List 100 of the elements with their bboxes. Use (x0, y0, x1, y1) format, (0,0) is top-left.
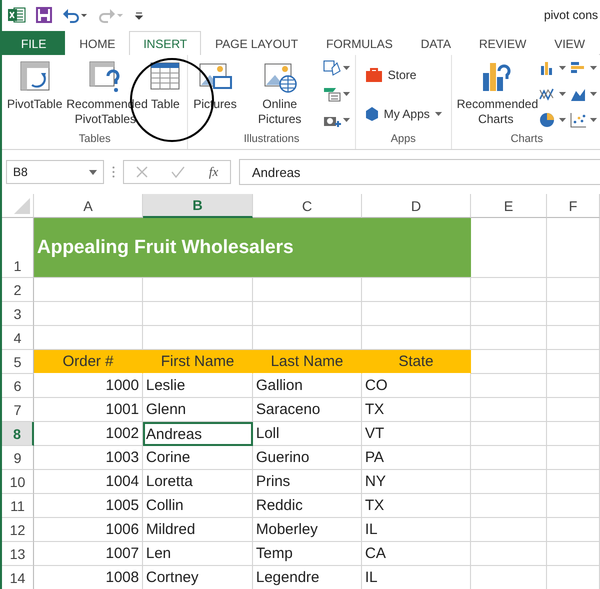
caret-icon (558, 118, 566, 122)
empty-cell (547, 518, 600, 542)
table-cell: Prins (253, 470, 362, 494)
table-cell: CO (362, 374, 471, 398)
column-header[interactable]: D (362, 194, 471, 218)
caret-icon (590, 118, 597, 122)
file-tab[interactable]: FILE (2, 31, 66, 55)
empty-cell (547, 350, 600, 374)
empty-cell (547, 374, 600, 398)
row-header[interactable]: 9 (2, 446, 34, 470)
table-cell: 1008 (34, 566, 143, 589)
table-cell: CA (362, 542, 471, 566)
row-header[interactable]: 13 (2, 542, 34, 566)
table-cell: Reddic (253, 494, 362, 518)
empty-cell (547, 326, 600, 350)
caret-icon (342, 118, 350, 122)
recommended-pivot-icon (88, 59, 122, 93)
insert-function-button[interactable]: fx (208, 164, 218, 180)
row-header[interactable]: 4 (2, 326, 34, 350)
grip-icon[interactable] (112, 166, 115, 178)
group-label: Charts (510, 133, 544, 147)
caret-icon (342, 66, 350, 70)
table-button[interactable]: Table (146, 55, 184, 112)
formula-input[interactable]: Andreas (239, 159, 600, 185)
header-cell: State (362, 350, 471, 374)
table-cell: Legendre (253, 566, 362, 589)
table-cell: Gallion (253, 374, 362, 398)
table-cell: 1004 (34, 470, 143, 494)
sheet-title: Appealing Fruit Wholesalers (34, 218, 471, 278)
excel-logo-icon (8, 7, 26, 23)
row-header[interactable]: 2 (2, 278, 34, 302)
row-header[interactable]: 8 (2, 422, 34, 446)
table-cell: 1001 (34, 398, 143, 422)
ribbon-small-button[interactable] (568, 112, 599, 128)
empty-cell (547, 470, 600, 494)
table-cell: Glenn (143, 398, 253, 422)
caret-icon (590, 92, 597, 96)
empty-cell (547, 446, 600, 470)
table-cell: Mildred (143, 518, 253, 542)
caret-icon (558, 66, 566, 70)
caret-icon (590, 66, 597, 70)
empty-cell (547, 494, 600, 518)
table-cell: Saraceno (253, 398, 362, 422)
row-header[interactable]: 6 (2, 374, 34, 398)
caret-icon (558, 92, 566, 96)
row-header[interactable]: 12 (2, 518, 34, 542)
header-cell: Last Name (253, 350, 362, 374)
table-cell: Moberley (253, 518, 362, 542)
ribbon-button[interactable]: PivotTable (5, 55, 64, 112)
header-cell: Order # (34, 350, 143, 374)
table-cell: TX (362, 494, 471, 518)
apps-icon (364, 106, 379, 122)
group-label: Tables (78, 133, 112, 147)
empty-cell (547, 542, 600, 566)
scatter-chart-icon (570, 112, 588, 128)
table-cell: 1000 (34, 374, 143, 398)
column-header[interactable]: C (253, 194, 362, 218)
ribbon-small-button[interactable] (320, 60, 352, 76)
table-cell: IL (362, 518, 471, 542)
pivot-table-icon (18, 59, 52, 93)
table-cell: IL (362, 566, 471, 589)
empty-cell (547, 278, 600, 302)
empty-cell (547, 398, 600, 422)
row-header[interactable]: 11 (2, 494, 34, 518)
column-header[interactable]: B (143, 194, 253, 218)
name-box[interactable]: B8 (6, 160, 104, 184)
ribbon-tab[interactable]: INSERT (129, 31, 202, 55)
active-cell: Andreas (143, 422, 253, 446)
table-cell: 1002 (34, 422, 143, 446)
group-label: Apps (390, 133, 417, 147)
pie-chart-icon (538, 112, 557, 128)
row-header[interactable]: 3 (2, 302, 34, 326)
my-apps-button[interactable]: My Apps (358, 104, 448, 124)
table-cell: Len (143, 542, 253, 566)
table-cell: Leslie (143, 374, 253, 398)
column-header[interactable]: A (34, 194, 143, 218)
table-cell: Collin (143, 494, 253, 518)
save-icon[interactable] (36, 7, 52, 23)
table-cell: NY (362, 470, 471, 494)
window-title: pivot cons (544, 8, 599, 22)
column-header[interactable]: E (471, 194, 547, 218)
customize-toolbar-icon[interactable] (134, 10, 144, 20)
smartart-icon (322, 86, 341, 102)
shopping-bag-icon (364, 66, 383, 82)
table-cell: TX (362, 398, 471, 422)
row-header[interactable]: 10 (2, 470, 34, 494)
table-cell: Temp (253, 542, 362, 566)
table-cell: VT (362, 422, 471, 446)
table-cell: Cortney (143, 566, 253, 589)
column-header[interactable]: F (547, 194, 600, 218)
table-cell: 1005 (34, 494, 143, 518)
empty-cell (547, 302, 600, 326)
ribbon-button[interactable]: Recommended Charts (454, 55, 537, 127)
undo-icon[interactable] (62, 7, 88, 23)
ribbon-small-button[interactable] (536, 86, 568, 102)
row-header[interactable]: 14 (2, 566, 34, 589)
store-button[interactable]: Store (358, 64, 448, 84)
ribbon-button[interactable]: Online Pictures (238, 55, 321, 127)
caret-icon (89, 170, 97, 174)
table-cell: PA (362, 446, 471, 470)
